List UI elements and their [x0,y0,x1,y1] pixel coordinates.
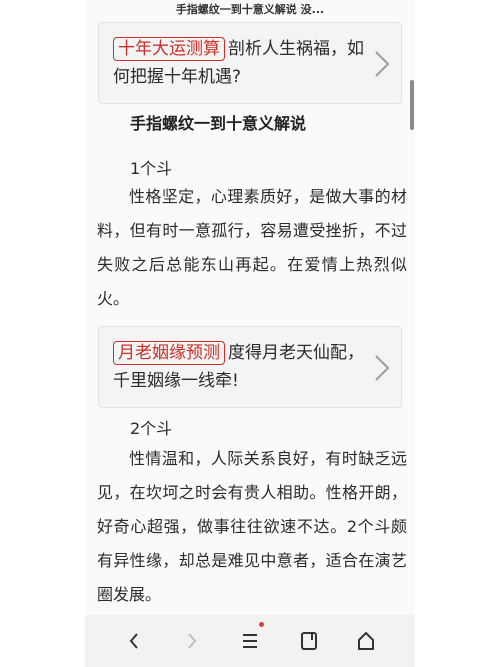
page-title: 手指螺纹一到十意义解说 没... [175,3,325,16]
section-body: 性格坚定，心理素质好，是做大事的材料，但有时一意孤行，容易遭受挫折，不过失败之后… [97,187,407,308]
scrollbar-thumb[interactable] [410,80,414,130]
section-title: 2个斗 [130,419,173,438]
home-icon[interactable] [351,628,381,654]
forward-icon[interactable] [176,628,206,654]
chevron-right-icon[interactable] [371,353,393,383]
article-heading: 手指螺纹一到十意义解说 [130,114,307,133]
section-title: 1个斗 [130,159,173,178]
promo-tag[interactable]: 十年大运测算 [113,37,225,61]
section-body: 性情温和，人际关系良好，有时缺乏远见，在坎坷之时会有贵人相助。性格开朗，好奇心超… [97,449,407,604]
menu-icon[interactable] [235,628,265,654]
promo-card-text: 月老姻缘预测 度得月老天仙配，千里姻缘一线牵! [113,339,375,395]
promo-tag[interactable]: 月老姻缘预测 [113,341,225,365]
tabs-icon[interactable] [294,628,324,654]
notification-dot [259,622,264,627]
promo-card-decade-fortune[interactable]: 十年大运测算 剖析人生祸福，如何把握十年机遇? [98,22,402,104]
promo-card-text: 十年大运测算 剖析人生祸福，如何把握十年机遇? [113,35,375,91]
chevron-right-icon[interactable] [371,49,393,79]
promo-card-marriage[interactable]: 月老姻缘预测 度得月老天仙配，千里姻缘一线牵! [98,326,402,408]
back-icon[interactable] [120,628,150,654]
